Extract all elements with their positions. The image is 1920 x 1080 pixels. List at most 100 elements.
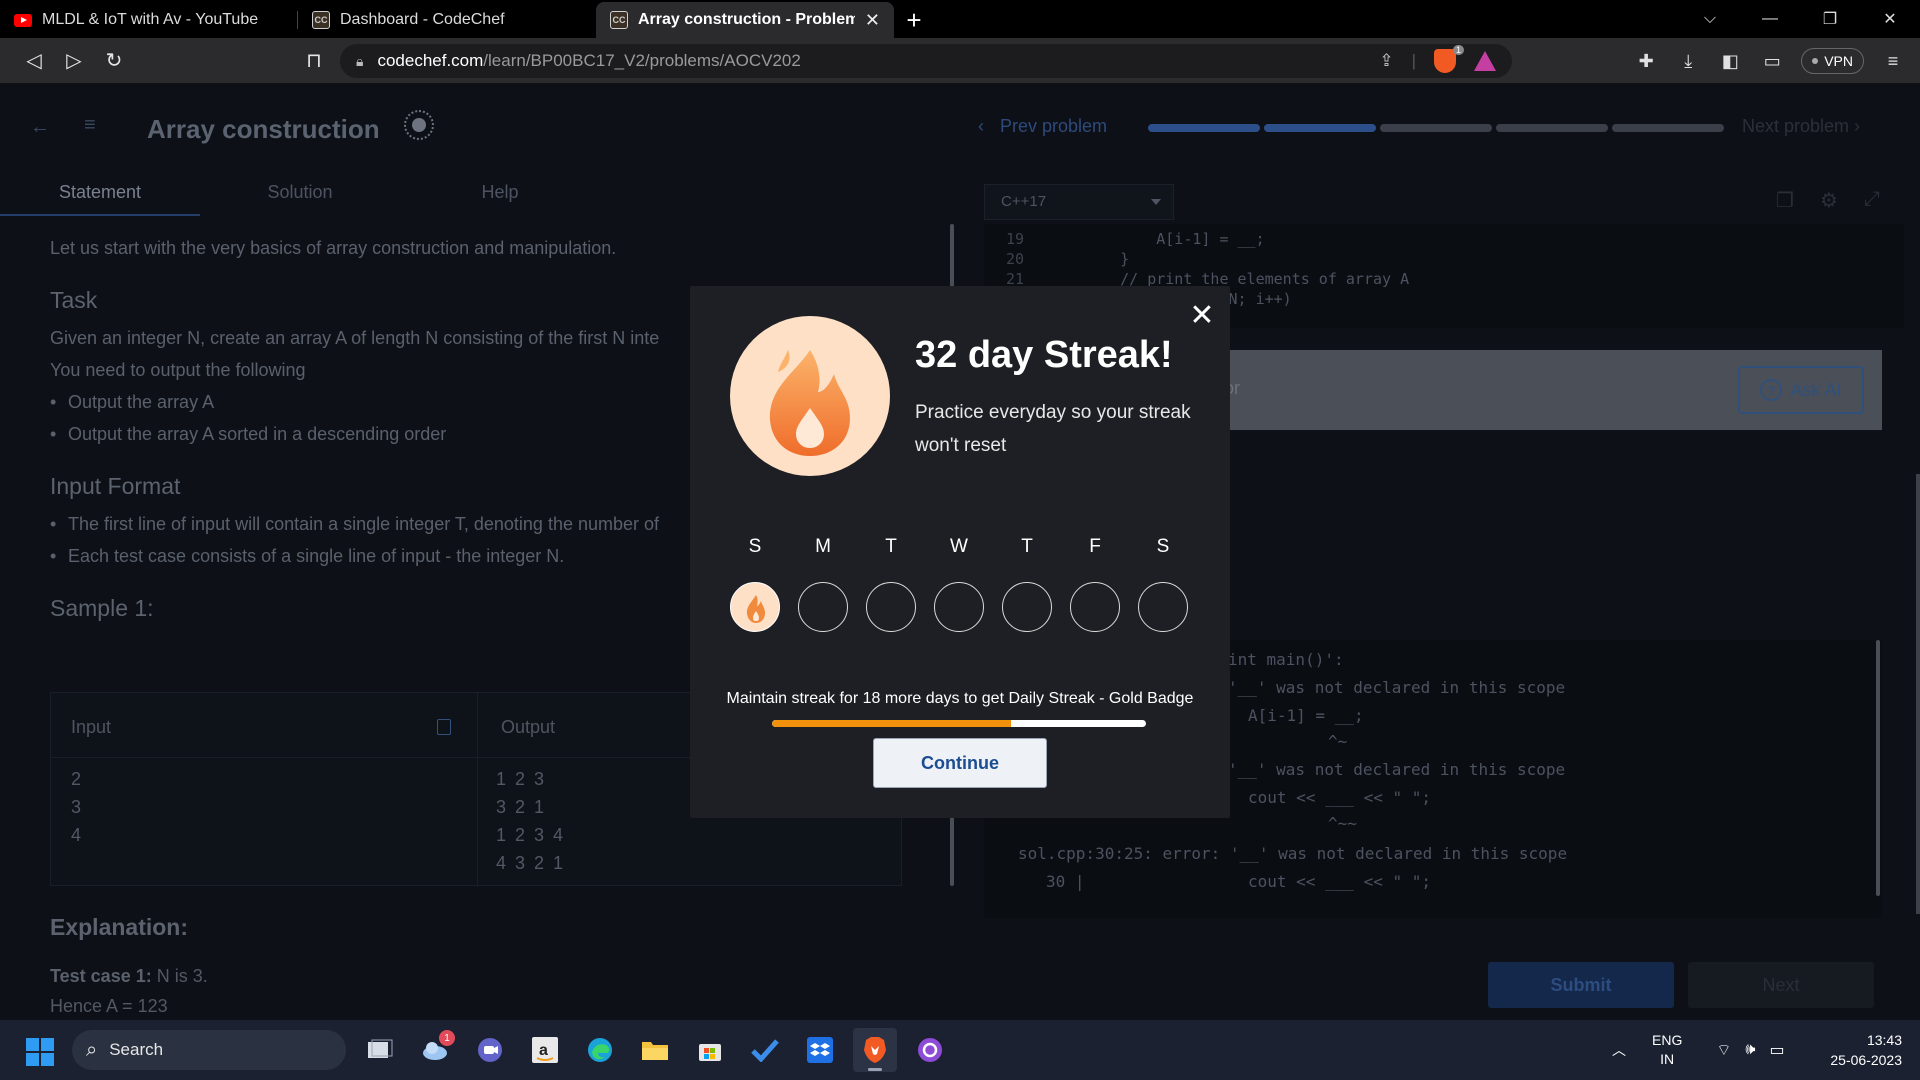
copy-code-icon[interactable]: ❐	[1776, 188, 1794, 213]
brave-browser-icon[interactable]	[853, 1028, 897, 1072]
console-line: ^~~	[1328, 814, 1357, 833]
page-scrollbar[interactable]	[1916, 474, 1920, 914]
continue-button[interactable]: Continue	[873, 738, 1047, 788]
day-label: W	[950, 536, 968, 557]
reload-icon[interactable]: ↻	[94, 43, 134, 79]
search-label: Search	[109, 1040, 164, 1059]
bookmark-icon[interactable]: ⊓	[294, 43, 334, 79]
day-column: M	[798, 536, 848, 632]
settings-gear-icon[interactable]: ⚙	[1820, 188, 1838, 213]
lang-line: ENG	[1652, 1032, 1683, 1048]
close-icon[interactable]: ✕	[1188, 301, 1216, 331]
tab-statement[interactable]: Statement	[0, 176, 200, 216]
testcase-text: N is 3.	[156, 966, 208, 986]
browser-tab-dashboard[interactable]: CC Dashboard - CodeChef	[298, 2, 596, 38]
testcase-label: Test case 1:	[50, 966, 152, 986]
minimize-icon[interactable]: —	[1740, 0, 1800, 38]
youtube-icon	[14, 13, 32, 27]
url-bar[interactable]: 🔒︎ codechef.com/learn/BP00BC17_V2/proble…	[340, 44, 1512, 78]
windows-start-icon[interactable]	[26, 1038, 54, 1066]
back-icon[interactable]: ◁	[14, 43, 54, 79]
windows-taskbar: ⌕ Search 1 a ︿ ENG IN ⌔ 🕪︎ ▭ 13:43 25-06…	[0, 1020, 1920, 1080]
todo-check-icon[interactable]	[743, 1028, 787, 1072]
share-icon[interactable]: ⇪	[1379, 51, 1393, 71]
browser-tab-array-construction[interactable]: CC Array construction - Problems - C ✕	[596, 2, 894, 38]
next-problem-link[interactable]: Next problem ›	[1742, 116, 1860, 137]
search-icon: ⌕	[86, 1038, 98, 1061]
task-view-icon[interactable]	[358, 1028, 402, 1072]
fullscreen-icon[interactable]: ⤢	[1864, 188, 1880, 213]
close-tab-icon[interactable]: ✕	[865, 10, 880, 31]
edge-browser-icon[interactable]	[578, 1028, 622, 1072]
day-status-empty	[1070, 582, 1120, 632]
brave-rewards-icon[interactable]	[1474, 51, 1496, 71]
submit-button[interactable]: Submit	[1488, 962, 1674, 1008]
tab-title: Array construction - Problems - C	[638, 11, 855, 28]
day-status-empty	[1138, 582, 1188, 632]
ask-ai-button[interactable]: ? Ask AI	[1738, 366, 1864, 414]
tab-solution[interactable]: Solution	[200, 176, 400, 216]
day-column: W	[934, 536, 984, 632]
problem-list-icon[interactable]: ≡	[84, 114, 96, 137]
copy-icon[interactable]	[437, 719, 451, 735]
streak-progress-fill	[772, 720, 1012, 727]
day-label: M	[815, 536, 831, 557]
tab-search-chevron-icon[interactable]: ⌵	[1680, 0, 1740, 38]
day-column: T	[1002, 536, 1052, 632]
vpn-button[interactable]: VPN	[1801, 48, 1864, 74]
menu-icon[interactable]: ≡	[1880, 48, 1906, 74]
amazon-icon[interactable]: a	[523, 1028, 567, 1072]
weather-widget-icon[interactable]: 1	[413, 1028, 457, 1072]
file-explorer-icon[interactable]	[633, 1028, 677, 1072]
chevron-up-icon[interactable]: ︿	[1612, 1040, 1626, 1060]
teams-chat-icon[interactable]	[468, 1028, 512, 1072]
sample-input-line: 4	[71, 825, 82, 845]
notification-badge: 1	[439, 1030, 455, 1046]
vpn-label: VPN	[1824, 53, 1853, 69]
dropbox-icon[interactable]	[798, 1028, 842, 1072]
theme-toggle-icon[interactable]	[404, 110, 434, 140]
microsoft-store-icon[interactable]	[688, 1028, 732, 1072]
progress-segment	[1496, 124, 1608, 132]
close-window-icon[interactable]: ✕	[1860, 0, 1920, 38]
brave-shield-icon[interactable]: 1	[1434, 45, 1464, 73]
wallet-icon[interactable]: ▭	[1759, 48, 1785, 74]
ask-ai-label: Ask AI	[1790, 379, 1842, 400]
sidebar-icon[interactable]: ◧	[1717, 48, 1743, 74]
input-language[interactable]: ENG IN	[1652, 1031, 1682, 1069]
console-line: sol.cpp:30:25: error: '__' was not decla…	[1018, 844, 1568, 863]
forward-icon[interactable]: ▷	[54, 43, 94, 79]
day-label: S	[748, 536, 762, 557]
tab-help[interactable]: Help	[400, 176, 600, 216]
language-select[interactable]: C++17	[984, 184, 1174, 220]
day-label: S	[1156, 536, 1170, 557]
flame-icon	[769, 350, 850, 456]
progress-segment	[1264, 124, 1376, 132]
sample-output-label: Output	[501, 717, 556, 737]
wifi-icon[interactable]: ⌔	[1716, 1040, 1731, 1060]
sample-output-line: 4 3 2 1	[496, 853, 566, 873]
sample-input-label: Input	[71, 717, 112, 737]
taskbar-clock[interactable]: 13:43 25-06-2023	[1810, 1030, 1902, 1070]
back-arrow-icon[interactable]: ←	[30, 116, 50, 139]
problem-progress	[1148, 124, 1724, 132]
volume-icon[interactable]: 🕪︎	[1745, 1041, 1755, 1059]
browser-tab-youtube[interactable]: MLDL & IoT with Av - YouTube	[0, 2, 298, 38]
day-column: S	[1138, 536, 1188, 632]
prev-problem-link[interactable]: ‹ Prev problem	[978, 116, 1107, 137]
console-line: cout << ___ << " ";	[1248, 788, 1432, 807]
extensions-icon[interactable]: ✚	[1633, 48, 1659, 74]
console-line: 30 |	[1046, 872, 1085, 891]
console-scrollbar[interactable]	[1876, 640, 1880, 896]
restore-icon[interactable]: ❐	[1800, 0, 1860, 38]
next-button[interactable]: Next	[1688, 962, 1874, 1008]
sample-input-values: 2 3 4	[71, 765, 81, 849]
download-icon[interactable]: ⤓	[1675, 48, 1701, 74]
github-desktop-icon[interactable]	[908, 1028, 952, 1072]
battery-icon[interactable]: ▭	[1769, 1040, 1784, 1060]
codechef-icon: CC	[312, 11, 330, 29]
sample-output-line: 1 2 3	[496, 769, 547, 789]
new-tab-button[interactable]: +	[894, 2, 934, 38]
taskbar-search[interactable]: ⌕ Search	[72, 1030, 346, 1070]
sample-input-line: 2	[71, 769, 82, 789]
